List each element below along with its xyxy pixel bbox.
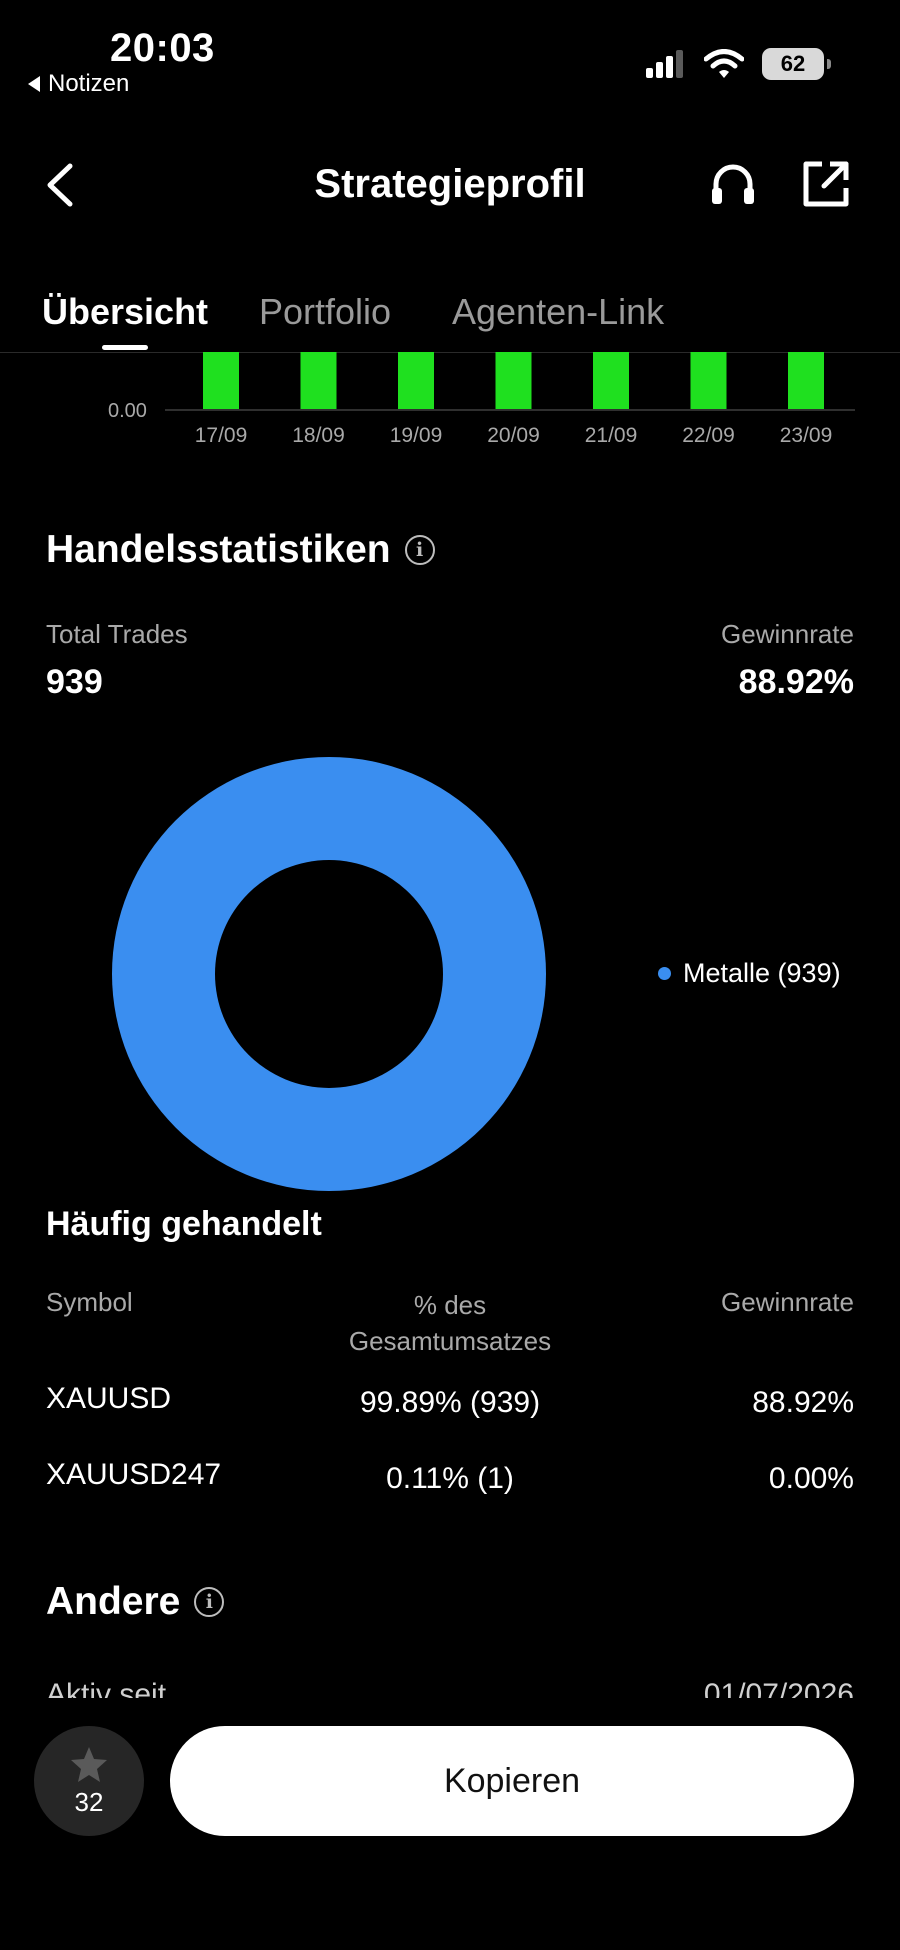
total-trades-value: 939 bbox=[46, 663, 103, 701]
copy-button[interactable]: Kopieren bbox=[170, 1726, 854, 1836]
tab-bar: Übersicht Portfolio Agenten-Link bbox=[0, 285, 900, 353]
win-rate-value: 88.92% bbox=[738, 663, 854, 701]
wifi-icon bbox=[704, 49, 744, 78]
daily-bar-chart: 0.00 17/09 18/09 19/09 20/09 21/09 22/09 23/09 bbox=[0, 352, 900, 462]
daily-bar bbox=[495, 352, 532, 409]
active-since-label: Aktiv seit bbox=[46, 1678, 167, 1698]
col-header-share-line2: Gesamtumsatzes bbox=[348, 1326, 552, 1356]
x-axis-date-label: 17/09 bbox=[195, 424, 248, 447]
col-header-win-rate: Gewinnrate bbox=[721, 1287, 854, 1317]
category-donut-chart bbox=[112, 757, 546, 1191]
other-title: Andere bbox=[46, 1580, 181, 1623]
row-symbol: XAUUSD247 bbox=[46, 1458, 222, 1491]
headset-icon[interactable] bbox=[708, 160, 758, 210]
x-axis-date-label: 18/09 bbox=[292, 424, 345, 447]
frequently-traded-title: Häufig gehandelt bbox=[46, 1205, 322, 1243]
daily-bar bbox=[398, 352, 434, 409]
status-icons: 62 bbox=[646, 48, 831, 80]
daily-bar bbox=[203, 352, 239, 409]
x-axis-date-label: 19/09 bbox=[390, 424, 443, 447]
donut-hole bbox=[215, 860, 443, 1088]
tab-portfolio[interactable]: Portfolio bbox=[259, 291, 391, 333]
info-icon[interactable]: i bbox=[194, 1587, 225, 1617]
navigation-bar: Strategieprofil bbox=[0, 150, 900, 225]
legend-dot bbox=[658, 967, 671, 980]
back-triangle-icon bbox=[28, 76, 40, 92]
col-header-symbol: Symbol bbox=[46, 1287, 133, 1317]
bottom-action-bar: 32 Kopieren bbox=[0, 1700, 900, 1950]
daily-bar bbox=[300, 352, 337, 409]
x-axis-date-label: 23/09 bbox=[780, 424, 833, 447]
row-symbol: XAUUSD bbox=[46, 1382, 172, 1415]
frequently-traded-heading: Häufig gehandelt bbox=[46, 1205, 322, 1244]
active-since-value: 01/07/2026 bbox=[703, 1678, 854, 1698]
tab-overview[interactable]: Übersicht bbox=[42, 291, 208, 333]
info-icon[interactable]: i bbox=[404, 535, 435, 565]
daily-bar bbox=[788, 352, 824, 409]
active-since-row: Aktiv seit 01/07/2026 bbox=[0, 1668, 900, 1698]
status-bar: 20:03 Notizen 62 bbox=[0, 0, 900, 110]
back-app-label: Notizen bbox=[48, 70, 130, 97]
legend-label: Metalle (939) bbox=[683, 958, 841, 988]
daily-bar-chart-svg: 0.00 17/09 18/09 19/09 20/09 21/09 22/09 23/09 bbox=[108, 352, 855, 447]
share-icon[interactable] bbox=[800, 158, 852, 210]
trade-stats-heading: Handelsstatistiken i bbox=[46, 528, 435, 572]
daily-bar bbox=[593, 352, 629, 409]
trade-stats-title: Handelsstatistiken bbox=[46, 528, 391, 571]
x-axis-date-label: 22/09 bbox=[682, 424, 735, 447]
tab-agent-link[interactable]: Agenten-Link bbox=[452, 291, 664, 333]
donut-legend: Metalle (939) bbox=[658, 958, 841, 989]
total-trades-label: Total Trades bbox=[46, 619, 188, 649]
favorite-count: 32 bbox=[74, 1786, 104, 1817]
row-share: 0.11% (1) bbox=[386, 1462, 514, 1495]
daily-bar bbox=[690, 352, 727, 409]
star-icon bbox=[71, 1746, 107, 1782]
x-axis-date-label: 20/09 bbox=[487, 424, 540, 447]
row-share: 99.89% (939) bbox=[359, 1386, 541, 1419]
other-heading: Andere i bbox=[46, 1580, 225, 1624]
favorite-button[interactable]: 32 bbox=[34, 1726, 144, 1836]
page-title: Strategieprofil bbox=[314, 162, 586, 206]
col-header-share-line1: % des bbox=[413, 1290, 487, 1320]
x-axis-date-label: 21/09 bbox=[585, 424, 638, 447]
back-to-app-link[interactable]: Notizen bbox=[28, 70, 129, 98]
y-axis-tick-label: 0.00 bbox=[108, 400, 147, 422]
row-win-rate: 0.00% bbox=[768, 1462, 854, 1495]
battery-indicator: 62 bbox=[762, 48, 831, 80]
col-header-share: % des Gesamtumsatzes bbox=[300, 1287, 600, 1359]
row-win-rate: 88.92% bbox=[752, 1386, 854, 1419]
win-rate-label: Gewinnrate bbox=[721, 619, 854, 649]
active-tab-indicator bbox=[102, 345, 148, 350]
cellular-signal-icon bbox=[646, 50, 683, 78]
status-time: 20:03 bbox=[110, 26, 215, 70]
